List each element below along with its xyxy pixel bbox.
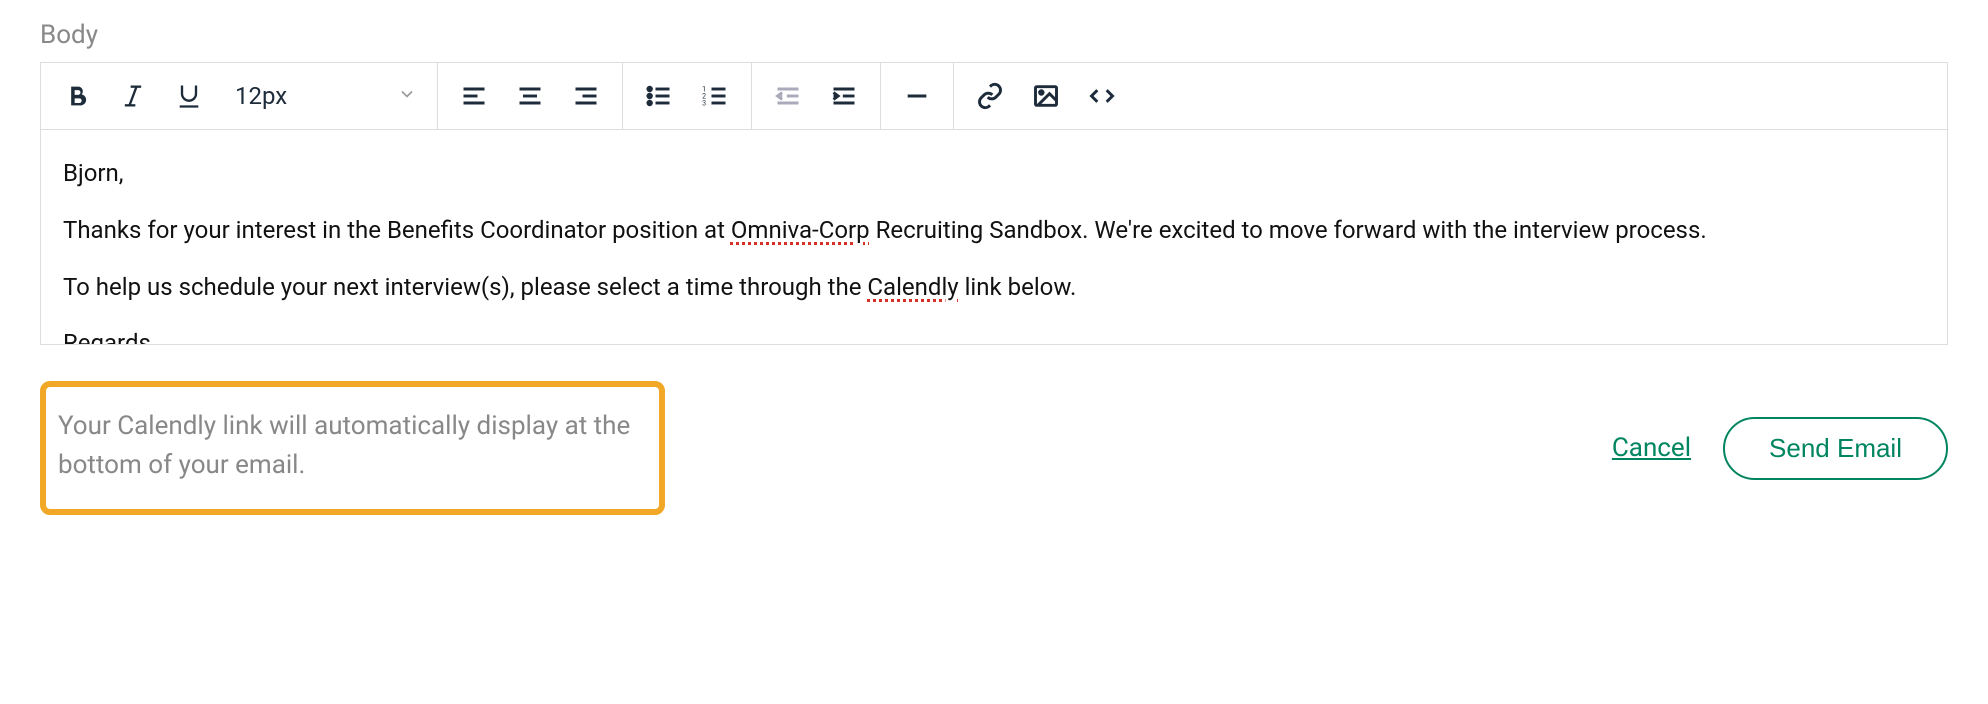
editor-content[interactable]: Bjorn, Thanks for your interest in the B… (41, 130, 1947, 344)
link-button[interactable] (962, 63, 1018, 129)
insert-group (954, 63, 1138, 129)
bold-button[interactable] (49, 63, 105, 129)
body-label: Body (40, 20, 1948, 50)
image-button[interactable] (1018, 63, 1074, 129)
image-icon (1032, 82, 1060, 110)
send-email-button[interactable]: Send Email (1723, 417, 1948, 480)
text-format-group: 12px (41, 63, 438, 129)
spellcheck-calendly: Calendly (867, 273, 958, 301)
numbered-list-button[interactable]: 123 (687, 63, 743, 129)
footer-actions: Cancel Send Email (1612, 417, 1948, 480)
align-right-button[interactable] (558, 63, 614, 129)
align-left-button[interactable] (446, 63, 502, 129)
svg-text:3: 3 (702, 99, 706, 107)
align-right-icon (572, 82, 600, 110)
outdent-button[interactable] (760, 63, 816, 129)
horizontal-rule-button[interactable] (889, 63, 945, 129)
chevron-down-icon (397, 82, 417, 110)
align-left-icon (460, 82, 488, 110)
cancel-button[interactable]: Cancel (1612, 433, 1691, 463)
horizontal-rule-icon (903, 82, 931, 110)
intro-paragraph: Thanks for your interest in the Benefits… (63, 213, 1925, 248)
code-button[interactable] (1074, 63, 1130, 129)
closing-line: Regards, (63, 326, 1925, 344)
bold-icon (63, 82, 91, 110)
italic-button[interactable] (105, 63, 161, 129)
align-group (438, 63, 623, 129)
bullet-list-icon (645, 82, 673, 110)
italic-icon (119, 82, 147, 110)
calendly-callout: Your Calendly link will automatically di… (40, 381, 665, 515)
rule-group (881, 63, 954, 129)
indent-group (752, 63, 881, 129)
outdent-icon (774, 82, 802, 110)
font-size-value: 12px (235, 82, 287, 110)
spellcheck-omniva: Omniva-Corp (731, 216, 870, 244)
list-group: 123 (623, 63, 752, 129)
underline-button[interactable] (161, 63, 217, 129)
editor-toolbar: 12px 123 (41, 63, 1947, 130)
greeting-line: Bjorn, (63, 156, 1925, 191)
bullet-list-button[interactable] (631, 63, 687, 129)
align-center-icon (516, 82, 544, 110)
indent-icon (830, 82, 858, 110)
indent-button[interactable] (816, 63, 872, 129)
schedule-paragraph: To help us schedule your next interview(… (63, 270, 1925, 305)
rich-text-editor: 12px 123 (40, 62, 1948, 345)
align-center-button[interactable] (502, 63, 558, 129)
footer: Your Calendly link will automatically di… (40, 381, 1948, 515)
numbered-list-icon: 123 (701, 82, 729, 110)
font-size-select[interactable]: 12px (217, 63, 429, 129)
code-icon (1088, 82, 1116, 110)
underline-icon (175, 82, 203, 110)
link-icon (976, 82, 1004, 110)
calendly-callout-text: Your Calendly link will automatically di… (58, 407, 631, 485)
